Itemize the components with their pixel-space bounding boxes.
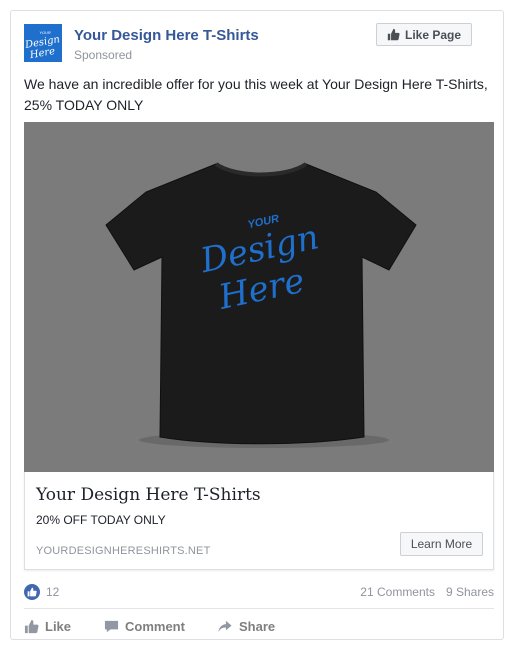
- link-domain: YOURDESIGNHERESHIRTS.NET: [36, 545, 211, 557]
- sponsored-label: Sponsored: [74, 48, 133, 62]
- post-text: We have an incredible offer for you this…: [24, 76, 488, 113]
- comment-button[interactable]: Comment: [104, 615, 185, 637]
- thumbs-up-icon: [387, 28, 400, 41]
- design-here-logo-icon: YOUR Design Here: [24, 24, 62, 62]
- post-stats: 12 21 Comments 9 Shares: [24, 583, 494, 601]
- like-reaction-icon[interactable]: [24, 584, 40, 600]
- share-label: Share: [239, 618, 276, 634]
- learn-more-button[interactable]: Learn More: [400, 532, 483, 556]
- page-name-link[interactable]: Your Design Here T-Shirts: [74, 27, 259, 44]
- share-arrow-icon: [218, 620, 232, 632]
- page-logo[interactable]: YOUR Design Here: [24, 24, 62, 62]
- ad-image[interactable]: YOUR Design Here: [24, 122, 494, 472]
- link-headline[interactable]: Your Design Here T-Shirts: [36, 485, 261, 505]
- share-button[interactable]: Share: [217, 615, 275, 637]
- link-description: 20% OFF TODAY ONLY: [36, 513, 166, 527]
- tshirt-image: YOUR Design Here: [24, 122, 494, 472]
- like-button[interactable]: Like: [24, 615, 71, 637]
- divider: [24, 608, 494, 609]
- sponsored-post-card: YOUR Design Here Your Design Here T-Shir…: [10, 10, 504, 640]
- post-actions: Like Comment Share: [24, 615, 494, 637]
- like-page-button[interactable]: Like Page: [376, 23, 472, 46]
- like-count[interactable]: 12: [46, 585, 59, 599]
- like-label: Like: [45, 618, 72, 634]
- shares-count[interactable]: 9 Shares: [446, 585, 494, 599]
- comments-count[interactable]: 21 Comments: [360, 585, 435, 599]
- like-page-label: Like Page: [404, 27, 462, 42]
- logo-text-your: YOUR: [39, 30, 51, 35]
- comment-label: Comment: [125, 618, 185, 634]
- link-preview[interactable]: Your Design Here T-Shirts 20% OFF TODAY …: [24, 472, 494, 570]
- thumbs-up-icon: [27, 587, 37, 597]
- comment-icon: [104, 620, 119, 632]
- thumbs-up-icon: [24, 619, 39, 633]
